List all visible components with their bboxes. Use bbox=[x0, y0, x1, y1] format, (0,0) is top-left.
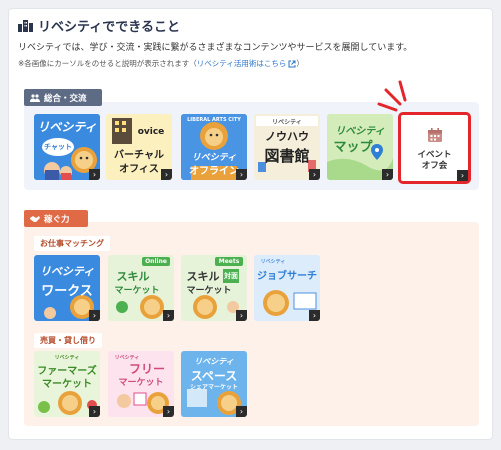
tile-job-brand: リベシティ bbox=[260, 259, 286, 265]
chevron-right-icon: › bbox=[309, 169, 320, 180]
chevron-right-icon: › bbox=[89, 406, 100, 417]
tile-skill-market-meets[interactable]: Meets スキル 対面 マーケット › bbox=[181, 255, 247, 321]
handshake-icon bbox=[30, 215, 40, 222]
chevron-right-icon: › bbox=[309, 310, 320, 321]
chevron-right-icon: › bbox=[89, 310, 100, 321]
earn-label: 稼ぐ力 bbox=[24, 210, 88, 227]
community-label-text: 総合・交流 bbox=[44, 93, 87, 104]
tile-map[interactable]: リベシティ マップ › bbox=[327, 114, 393, 180]
chevron-right-icon: › bbox=[236, 406, 247, 417]
tile-library-label1: ノウハウ bbox=[265, 130, 309, 143]
section-header: リベシティでできること bbox=[18, 16, 180, 35]
tile-space-brand: リベシティ bbox=[194, 357, 234, 366]
tile-skill-online-label1: スキル bbox=[116, 270, 150, 283]
chevron-right-icon: › bbox=[382, 169, 393, 180]
tile-farmers-brand: リベシティ bbox=[54, 355, 80, 361]
tile-offline[interactable]: LIBERAL ARTS CITY リベシティ オフライン › bbox=[181, 114, 247, 180]
tile-skill-market-online[interactable]: Online スキル マーケット › bbox=[108, 255, 174, 321]
tile-skill-meets-label1: スキル bbox=[186, 270, 220, 283]
usage-guide-link[interactable]: リベシティ活用術はこちら bbox=[197, 58, 287, 69]
people-icon bbox=[30, 93, 40, 102]
tile-farmers-market[interactable]: リベシティ ファーマーズ マーケット › bbox=[34, 351, 100, 417]
tile-skill-meets-badge: Meets bbox=[218, 258, 240, 265]
community-label: 総合・交流 bbox=[24, 89, 102, 106]
tile-works[interactable]: リベシティ ワークス › bbox=[34, 255, 100, 321]
chevron-right-icon: › bbox=[89, 169, 100, 180]
tile-chat[interactable]: リベシティ チャット › bbox=[34, 114, 100, 180]
tile-map-brand: リベシティ bbox=[335, 126, 385, 137]
event-label-line1: イベント bbox=[417, 150, 452, 160]
tile-space-share[interactable]: リベシティ スペース シェアマーケット › bbox=[181, 351, 247, 417]
tile-skill-online-label2: マーケット bbox=[114, 286, 160, 296]
trade-label: 売買・貸し借り bbox=[34, 333, 102, 348]
tile-flea-label2: マーケット bbox=[118, 378, 164, 388]
external-link-icon[interactable] bbox=[288, 60, 296, 68]
tile-job-search[interactable]: リベシティ ジョブサーチ › bbox=[254, 255, 320, 321]
event-label: イベント オフ会 bbox=[401, 150, 468, 172]
page-description: リベシティでは、学び・交流・実践に繋がるさまざまなコンテンツやサービスを展開して… bbox=[18, 43, 413, 53]
tile-skill-online-badge: Online bbox=[145, 258, 167, 265]
chevron-right-icon: › bbox=[161, 169, 172, 180]
note-suffix: ） bbox=[296, 59, 304, 68]
attention-spark-icon bbox=[377, 80, 407, 112]
calendar-icon bbox=[428, 128, 442, 142]
tile-space-label2: シェアマーケット bbox=[189, 384, 238, 391]
tile-works-label: ワークス bbox=[41, 284, 93, 299]
tile-knowhow-library[interactable]: リベシティ ノウハウ 図書館 › bbox=[254, 114, 320, 180]
tile-office-label1: バーチャル bbox=[114, 150, 164, 161]
tile-chat-brand: リベシティ bbox=[37, 120, 97, 134]
tile-office-brand: ovice bbox=[137, 127, 165, 137]
tile-farmers-label2: マーケット bbox=[42, 379, 92, 390]
tile-skill-meets-badge2: 対面 bbox=[224, 272, 238, 280]
tile-offline-city: LIBERAL ARTS CITY bbox=[187, 117, 241, 123]
tile-virtual-office[interactable]: ovice バーチャル オフィス › bbox=[106, 114, 172, 180]
tile-library-label2: 図書館 bbox=[264, 147, 310, 165]
tile-map-label: マップ bbox=[333, 140, 373, 155]
page-title: リベシティでできること bbox=[38, 20, 180, 35]
chevron-right-icon: › bbox=[236, 169, 247, 180]
hover-note: ※各画像にカーソルをのせると説明が表示されます（ リベシティ活用術はこちら ） bbox=[18, 58, 304, 69]
earn-label-text: 稼ぐ力 bbox=[44, 214, 70, 225]
tile-job-label: ジョブサーチ bbox=[257, 271, 317, 282]
chevron-right-icon: › bbox=[163, 310, 174, 321]
tile-works-brand: リベシティ bbox=[39, 265, 95, 278]
chevron-right-icon: › bbox=[457, 170, 468, 181]
chevron-right-icon: › bbox=[163, 406, 174, 417]
tile-chat-label: チャット bbox=[44, 143, 72, 151]
chevron-right-icon: › bbox=[236, 310, 247, 321]
note-prefix: ※各画像にカーソルをのせると説明が表示されます（ bbox=[18, 59, 197, 68]
tile-library-brand: リベシティ bbox=[272, 119, 302, 126]
job-matching-label: お仕事マッチング bbox=[34, 236, 110, 251]
tile-event-offkai[interactable]: イベント オフ会 › bbox=[398, 112, 471, 184]
city-icon bbox=[18, 19, 33, 32]
tile-skill-meets-label2: マーケット bbox=[186, 286, 232, 296]
tile-flea-market[interactable]: リベシティ フリー マーケット › bbox=[108, 351, 174, 417]
